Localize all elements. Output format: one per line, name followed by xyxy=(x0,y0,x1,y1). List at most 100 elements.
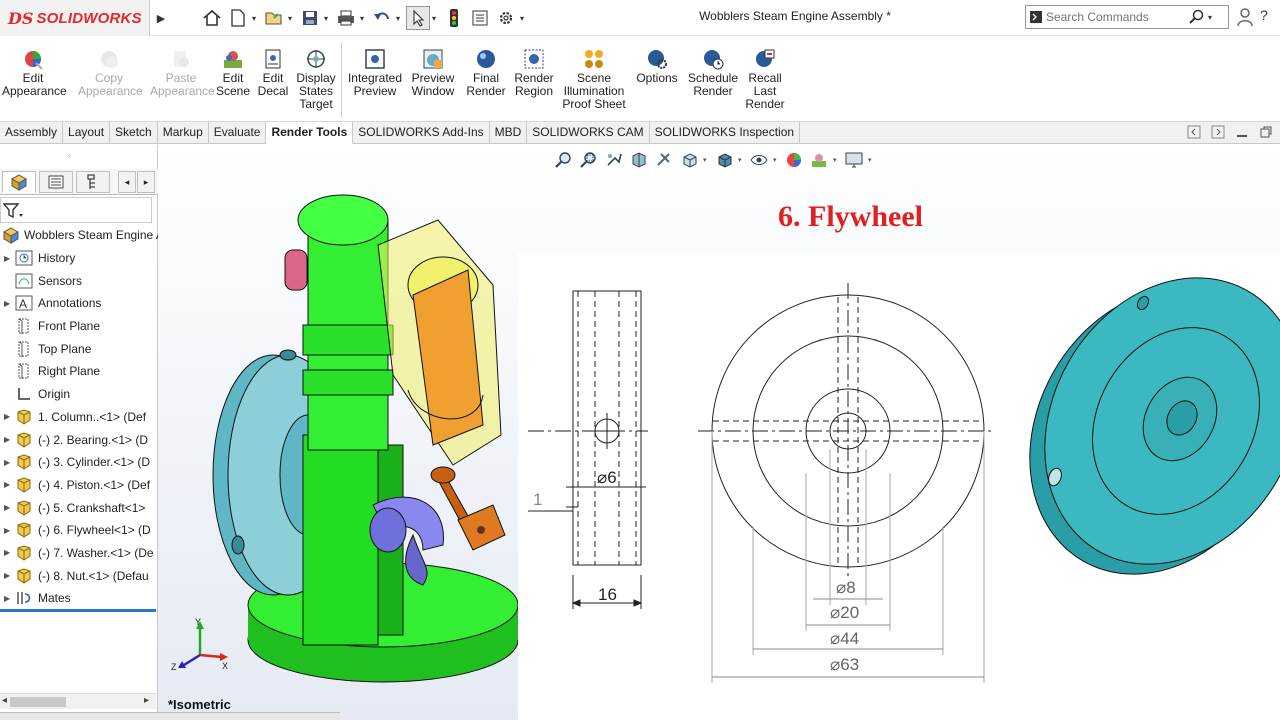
tree-item-mates[interactable]: ▶ Mates xyxy=(0,587,158,610)
ribbon-button-recall-render[interactable]: Recall Last Render xyxy=(745,42,785,111)
new-dropdown-icon[interactable]: ▾ xyxy=(252,14,260,23)
undo-dropdown-icon[interactable]: ▾ xyxy=(396,14,404,23)
tab-scroll-left-icon[interactable] xyxy=(1186,124,1202,140)
search-commands-box[interactable]: ▾ xyxy=(1025,5,1229,29)
scroll-thumb[interactable] xyxy=(10,697,66,707)
tab-markup[interactable]: Markup xyxy=(158,122,209,144)
tab-sketch[interactable]: Sketch xyxy=(110,122,158,144)
tree-item-8-nut-1-defau[interactable]: ▶ (-) 8. Nut.<1> (Defau xyxy=(0,564,158,587)
select-cursor-icon[interactable] xyxy=(406,6,430,30)
apply-scene-dropdown-icon[interactable]: ▾ xyxy=(833,156,840,164)
previous-view-icon[interactable] xyxy=(603,149,625,171)
ribbon-button-schedule-render[interactable]: Schedule Render xyxy=(687,42,739,98)
dynamic-annotation-views-icon[interactable] xyxy=(653,149,675,171)
display-style-icon[interactable] xyxy=(713,149,735,171)
ribbon-button-edit-scene[interactable]: Edit Scene xyxy=(216,42,250,98)
help-question-icon[interactable]: ? xyxy=(1260,7,1278,27)
tree-root-assembly[interactable]: Wobblers Steam Engine A xyxy=(0,224,158,247)
expand-arrow-icon[interactable]: ▶ xyxy=(4,412,14,421)
ribbon-button-display-states[interactable]: Display States Target xyxy=(294,42,338,111)
ribbon-button-copy-appearance[interactable]: Copy Appearance xyxy=(78,42,143,98)
property-manager-tab-icon[interactable] xyxy=(39,171,73,193)
expand-arrow-icon[interactable]: ▶ xyxy=(4,503,14,512)
expand-arrow-icon[interactable]: ▶ xyxy=(4,299,14,308)
tree-filter-bar[interactable] xyxy=(0,197,152,223)
open-folder-icon[interactable] xyxy=(262,6,286,30)
user-account-icon[interactable] xyxy=(1236,7,1256,27)
ribbon-button-render-region[interactable]: Render Region xyxy=(512,42,556,98)
tab-scroll-next-icon[interactable]: ▸ xyxy=(137,171,155,193)
view-settings-dropdown-icon[interactable]: ▾ xyxy=(868,156,875,164)
tree-item-annotations[interactable]: ▶ A Annotations xyxy=(0,292,158,315)
configuration-manager-tab-icon[interactable] xyxy=(76,171,110,193)
tree-item-origin[interactable]: Origin xyxy=(0,383,158,406)
ribbon-button-options[interactable]: Options xyxy=(632,42,682,85)
tab-scroll-right-icon[interactable] xyxy=(1210,124,1226,140)
tree-item-4-piston-1-def[interactable]: ▶ (-) 4. Piston.<1> (Def xyxy=(0,474,158,497)
tab-solidworks-inspection[interactable]: SOLIDWORKS Inspection xyxy=(650,122,801,144)
zoom-to-fit-icon[interactable] xyxy=(553,149,575,171)
search-icon[interactable] xyxy=(1186,9,1208,25)
undo-icon[interactable] xyxy=(370,6,394,30)
expand-arrow-icon[interactable]: ▶ xyxy=(4,571,14,580)
scroll-right-arrow-icon[interactable]: ▸ xyxy=(144,695,149,706)
ribbon-button-edit-decal[interactable]: Edit Decal xyxy=(256,42,290,98)
view-orientation-dropdown-icon[interactable]: ▾ xyxy=(703,156,710,164)
edit-appearance-view-icon[interactable] xyxy=(783,149,805,171)
select-dropdown-icon[interactable]: ▾ xyxy=(432,14,440,23)
tab-mbd[interactable]: MBD xyxy=(490,122,528,144)
search-input[interactable] xyxy=(1046,10,1186,24)
tree-item-sensors[interactable]: Sensors xyxy=(0,269,158,292)
filter-funnel-icon[interactable] xyxy=(3,202,25,220)
tab-render-tools[interactable]: Render Tools xyxy=(266,122,354,144)
tree-item-7-washer-1-de[interactable]: ▶ (-) 7. Washer.<1> (De xyxy=(0,542,158,565)
expand-arrow-icon[interactable]: ▶ xyxy=(4,254,14,263)
tab-assembly[interactable]: Assembly xyxy=(0,122,64,144)
rebuild-traffic-light-icon[interactable] xyxy=(442,6,466,30)
hide-show-dropdown-icon[interactable]: ▾ xyxy=(773,156,780,164)
tree-item-1-column-1-def[interactable]: ▶ 1. Column..<1> (Def xyxy=(0,406,158,429)
ribbon-button-paste-appearance[interactable]: Paste Appearance xyxy=(150,42,215,98)
restore-window-icon[interactable] xyxy=(1258,124,1274,140)
tree-item-2-bearing-1-d[interactable]: ▶ (-) 2. Bearing.<1> (D xyxy=(0,428,158,451)
home-icon[interactable] xyxy=(200,6,224,30)
tree-item-6-flywheel-1-d[interactable]: ▶ (-) 6. Flywheel<1> (D xyxy=(0,519,158,542)
scroll-left-arrow-icon[interactable]: ◂ xyxy=(2,695,7,706)
tree-item-history[interactable]: ▶ History xyxy=(0,247,158,270)
tree-item-front-plane[interactable]: Front Plane xyxy=(0,315,158,338)
tree-item-3-cylinder-1-d[interactable]: ▶ (-) 3. Cylinder.<1> (D xyxy=(0,451,158,474)
file-properties-icon[interactable] xyxy=(468,6,492,30)
options-dropdown-icon[interactable]: ▾ xyxy=(520,14,528,23)
expand-arrow-icon[interactable]: ▶ xyxy=(4,435,14,444)
tree-item-top-plane[interactable]: Top Plane xyxy=(0,337,158,360)
menu-expand-arrow-icon[interactable]: ▶ xyxy=(153,6,169,30)
apply-scene-icon[interactable] xyxy=(808,149,830,171)
tab-evaluate[interactable]: Evaluate xyxy=(209,122,267,144)
expand-arrow-icon[interactable]: ▶ xyxy=(4,526,14,535)
section-view-icon[interactable] xyxy=(628,149,650,171)
open-dropdown-icon[interactable]: ▾ xyxy=(288,14,296,23)
ribbon-button-final-render[interactable]: Final Render xyxy=(465,42,507,98)
tab-solidworks-add-ins[interactable]: SOLIDWORKS Add-Ins xyxy=(353,122,490,144)
expand-arrow-icon[interactable]: ▶ xyxy=(4,480,14,489)
search-dropdown-icon[interactable]: ▾ xyxy=(1208,13,1216,22)
save-icon[interactable] xyxy=(298,6,322,30)
hide-show-items-icon[interactable] xyxy=(748,149,770,171)
graphics-viewport[interactable]: ▾ ▾ ▾ ▾ ▾ 6. Flywheel Y X Z *Isometric ⌀… xyxy=(158,145,1280,720)
expand-arrow-icon[interactable]: ▶ xyxy=(4,594,14,603)
panel-grip-icon[interactable]: ◦ xyxy=(68,151,71,160)
tree-item-right-plane[interactable]: Right Plane xyxy=(0,360,158,383)
new-document-icon[interactable] xyxy=(226,6,250,30)
save-dropdown-icon[interactable]: ▾ xyxy=(324,14,332,23)
ribbon-button-edit-appearance[interactable]: Edit Appearance xyxy=(2,42,67,98)
print-icon[interactable] xyxy=(334,6,358,30)
zoom-to-area-icon[interactable] xyxy=(578,149,600,171)
ribbon-button-preview-window[interactable]: Preview Window xyxy=(409,42,457,98)
display-style-dropdown-icon[interactable]: ▾ xyxy=(738,156,745,164)
tab-solidworks-cam[interactable]: SOLIDWORKS CAM xyxy=(527,122,650,144)
minimize-window-icon[interactable] xyxy=(1234,124,1250,140)
expand-arrow-icon[interactable]: ▶ xyxy=(4,458,14,467)
tab-scroll-prev-icon[interactable]: ◂ xyxy=(118,171,136,193)
tree-item-5-crankshaft-1[interactable]: ▶ (-) 5. Crankshaft<1> xyxy=(0,496,158,519)
options-gear-icon[interactable] xyxy=(494,6,518,30)
